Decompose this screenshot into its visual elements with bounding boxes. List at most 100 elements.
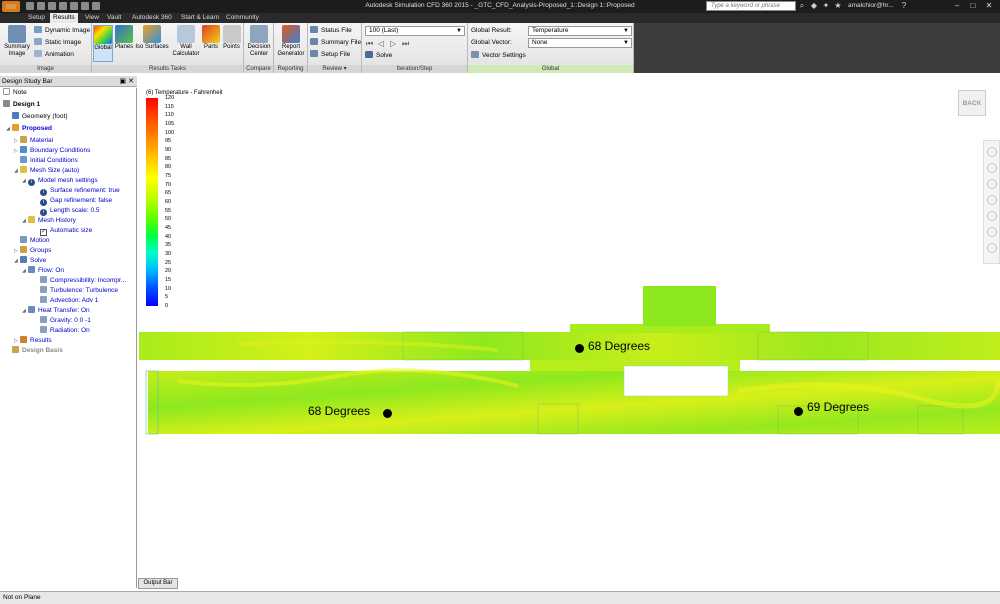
previous-step-icon[interactable]: ◁: [378, 39, 384, 48]
panel-title-results-tasks: Results Tasks: [92, 65, 243, 73]
global-result-select[interactable]: Temperature ▼: [528, 26, 632, 36]
tab-community[interactable]: Community: [223, 13, 262, 23]
tree-item-initial-conditions[interactable]: Initial Conditions: [20, 156, 78, 165]
animation-button[interactable]: Animation: [34, 50, 74, 59]
field-void: [623, 365, 729, 397]
animation-icon: [34, 50, 42, 57]
title-bar: Autodesk Simulation CFD 360 2015 - _GTC_…: [0, 0, 1000, 13]
tree-item-model-mesh-settings[interactable]: ◢ i Model mesh settings: [22, 176, 98, 186]
checkbox-icon[interactable]: ✓: [40, 229, 47, 236]
settings-icon[interactable]: [92, 2, 100, 10]
user-account[interactable]: amalchior@hr...: [848, 2, 894, 9]
probe-point-marker[interactable]: [383, 409, 392, 418]
subscription-icon[interactable]: ◆: [810, 2, 818, 10]
wall-calculator-button[interactable]: Wall Calculator: [171, 25, 201, 58]
float-icon[interactable]: ▣: [120, 78, 127, 85]
planes-button[interactable]: Planes: [114, 25, 134, 51]
search-input[interactable]: Type a keyword or phrase: [706, 1, 796, 11]
tree-item-compressibility[interactable]: Compressibility: Incompr...: [40, 276, 126, 285]
iteration-select[interactable]: 100 (Last) ▼: [365, 26, 465, 36]
tree-item-note[interactable]: Note: [3, 88, 27, 97]
last-step-icon[interactable]: ⏭: [402, 39, 409, 49]
summary-file-button[interactable]: Summary File: [310, 38, 361, 47]
vector-settings-button[interactable]: Vector Settings: [471, 51, 526, 60]
next-step-icon[interactable]: ▷: [390, 39, 396, 48]
undo-icon[interactable]: [59, 2, 67, 10]
communication-icon[interactable]: ✦: [822, 2, 830, 10]
static-image-button[interactable]: Static Image: [34, 38, 81, 47]
global-button[interactable]: Global: [93, 25, 113, 62]
tree-item-mesh-history[interactable]: ◢ Mesh History: [22, 216, 76, 225]
minimize-icon[interactable]: –: [950, 1, 964, 11]
tab-autodesk-360[interactable]: Autodesk 360: [129, 13, 175, 23]
maximize-icon[interactable]: □: [966, 1, 980, 11]
material-icon: [20, 136, 27, 143]
favorites-icon[interactable]: ★: [834, 2, 842, 10]
tree-item-heat-transfer[interactable]: ◢ Heat Transfer: On: [22, 306, 90, 315]
dynamic-image-button[interactable]: Dynamic Image: [34, 26, 90, 35]
tree-item-results[interactable]: ▷ Results: [14, 336, 52, 345]
tree-item-scenario[interactable]: ◢ Proposed: [6, 124, 52, 133]
setup-file-button[interactable]: Setup File: [310, 50, 350, 59]
decision-center-button[interactable]: Decision Center: [245, 25, 273, 58]
tree-item-turbulence[interactable]: Turbulence: Turbulence: [40, 286, 118, 295]
first-step-icon[interactable]: ⏮: [366, 39, 373, 49]
scenario-icon: [12, 124, 19, 131]
tab-results[interactable]: Results: [50, 13, 78, 23]
points-button[interactable]: Points: [221, 25, 242, 51]
decision-center-icon: [250, 25, 268, 43]
panel-title-review[interactable]: Review ▾: [308, 65, 361, 73]
close-icon[interactable]: ✕: [982, 1, 996, 11]
tree-item-material[interactable]: ▷ Material: [14, 136, 53, 145]
flow-icon: [28, 266, 35, 273]
tree-item-radiation[interactable]: Radiation: On: [40, 326, 90, 335]
probe-label: 68 Degrees: [308, 404, 371, 418]
global-vector-select[interactable]: None ▼: [528, 38, 632, 48]
summary-image-button[interactable]: Summary Image: [2, 25, 32, 58]
app-menu-button[interactable]: [2, 1, 20, 12]
tree-item-design[interactable]: Design 1: [3, 100, 40, 109]
chevron-down-icon: ▼: [623, 40, 629, 46]
tree-item-surface-refinement[interactable]: i Surface refinement: true: [40, 186, 120, 196]
mesh-icon: [20, 166, 27, 173]
search-icon[interactable]: ⌕: [798, 2, 806, 10]
tree-item-automatic-size[interactable]: ✓ Automatic size: [40, 226, 92, 236]
redo-icon[interactable]: [70, 2, 78, 10]
tree-item-boundary-conditions[interactable]: ▷ Boundary Conditions: [14, 146, 90, 155]
status-file-button[interactable]: Status File: [310, 26, 352, 35]
tree-item-length-scale[interactable]: i Length scale: 0.5: [40, 206, 100, 216]
parts-button[interactable]: Parts: [202, 25, 220, 51]
probe-point-marker[interactable]: [794, 407, 803, 416]
graphics-viewport[interactable]: (6) Temperature - Fahrenheit 120 115 110 10…: [138, 76, 1000, 576]
design-study-bar-header: Design Study Bar ▣ ✕: [0, 76, 137, 87]
print-icon[interactable]: [81, 2, 89, 10]
tree-item-gravity[interactable]: Gravity: 0 0 -1: [40, 316, 91, 325]
tree-item-gap-refinement[interactable]: i Gap refinement: false: [40, 196, 112, 206]
new-icon[interactable]: [26, 2, 34, 10]
report-generator-button[interactable]: Report Generator: [275, 25, 307, 58]
tree-item-flow[interactable]: ◢ Flow: On: [22, 266, 64, 275]
open-icon[interactable]: [37, 2, 45, 10]
save-icon[interactable]: [48, 2, 56, 10]
tree-item-motion[interactable]: Motion: [20, 236, 50, 245]
output-bar-tab[interactable]: Output Bar: [138, 578, 178, 589]
tree-item-solve[interactable]: ◢ Solve: [14, 256, 46, 265]
help-icon[interactable]: ?: [900, 2, 908, 10]
tree-item-design-basis[interactable]: Design Basis: [12, 346, 63, 355]
iso-surfaces-button[interactable]: Iso Surfaces: [135, 25, 169, 51]
setting-icon: [40, 326, 47, 333]
tree-item-groups[interactable]: ▷ Groups: [14, 246, 51, 255]
tree-item-geometry[interactable]: Geometry (foot): [12, 112, 68, 121]
heat-transfer-icon: [28, 306, 35, 313]
static-image-icon: [34, 38, 42, 45]
global-vector-label: Global Vector:: [471, 39, 512, 46]
tree-item-mesh-size[interactable]: ◢ Mesh Size (auto): [14, 166, 79, 175]
tab-vault[interactable]: Vault: [104, 13, 124, 23]
solve-button[interactable]: Solve: [365, 51, 392, 60]
tab-setup[interactable]: Setup: [25, 13, 48, 23]
tab-start-learn[interactable]: Start & Learn: [178, 13, 222, 23]
probe-point-marker[interactable]: [575, 344, 584, 353]
tab-view[interactable]: View: [82, 13, 102, 23]
tree-item-advection[interactable]: Advection: Adv 1: [40, 296, 98, 305]
close-icon[interactable]: ✕: [128, 78, 134, 85]
